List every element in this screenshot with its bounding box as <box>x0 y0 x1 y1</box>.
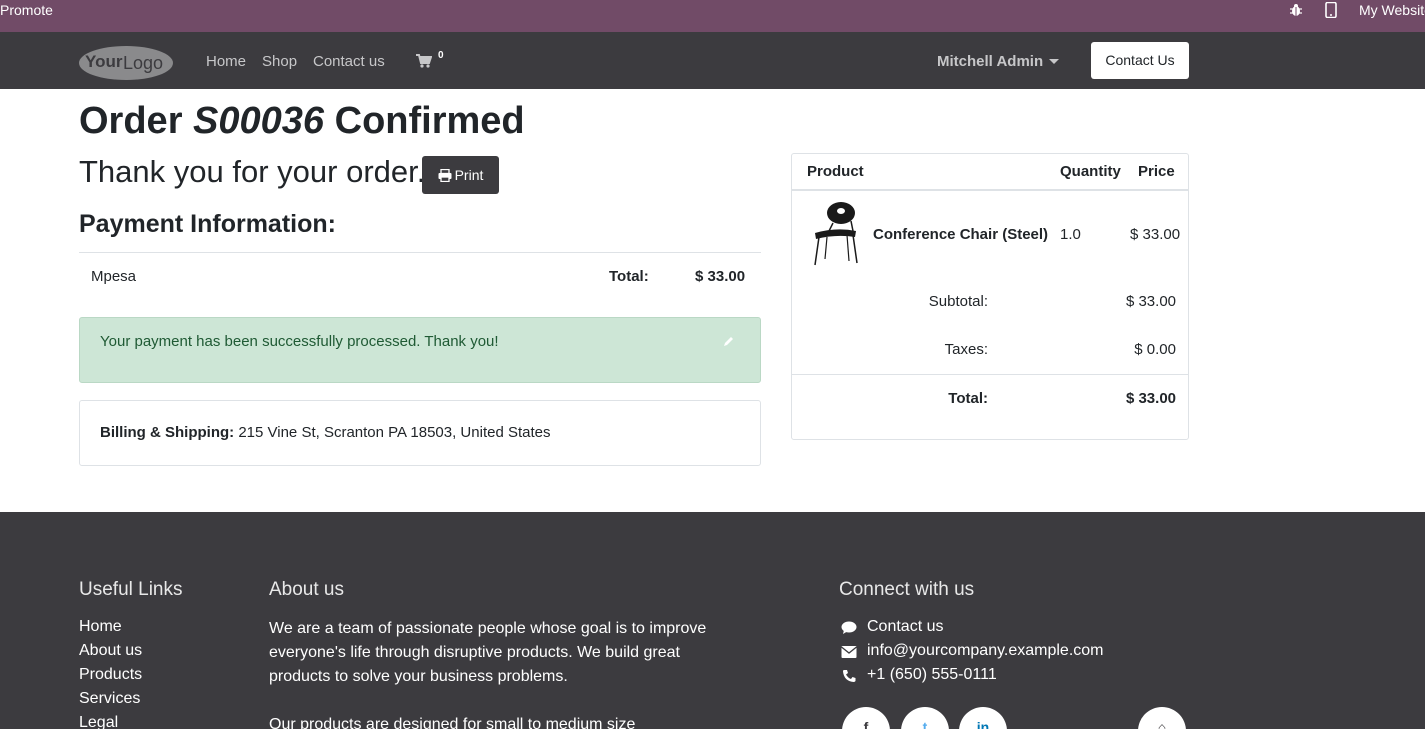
home-social-button[interactable]: ⌂ <box>1138 707 1186 729</box>
printer-icon <box>438 168 452 183</box>
title-prefix: Order <box>79 100 194 142</box>
payment-total-value: $ 33.00 <box>695 268 746 285</box>
title-suffix: Confirmed <box>324 100 525 142</box>
mobile-icon[interactable] <box>1325 2 1337 18</box>
divider <box>792 189 1188 191</box>
payment-total-label: Total: <box>609 268 649 285</box>
payment-method: Mpesa <box>91 268 137 285</box>
facebook-button[interactable]: f <box>842 707 890 729</box>
twitter-icon: t <box>922 719 928 729</box>
linkedin-icon: in <box>976 719 990 729</box>
print-button[interactable]: Print <box>422 156 499 194</box>
subtotal-value: $ 33.00 <box>1125 293 1176 310</box>
footer-link-services[interactable]: Services <box>79 690 140 708</box>
facebook-icon: f <box>863 719 869 729</box>
total-label: Total: <box>948 390 988 407</box>
header-price: Price <box>1138 163 1175 180</box>
print-label: Print <box>454 167 484 183</box>
taxes-label: Taxes: <box>944 341 988 358</box>
footer-link-about-us[interactable]: About us <box>79 642 142 660</box>
footer: Useful Links Home About us Products Serv… <box>0 512 1425 729</box>
linkedin-button[interactable]: in <box>959 707 1007 729</box>
about-heading: About us <box>269 579 344 600</box>
payment-heading: Payment Information: <box>79 210 336 238</box>
footer-phone[interactable]: +1 (650) 555-0111 <box>867 666 997 684</box>
footer-email[interactable]: info@yourcompany.example.com <box>867 642 1104 660</box>
billing-address: 215 Vine St, Scranton PA 18503, United S… <box>238 424 551 441</box>
promote-menu[interactable]: Promote <box>0 2 53 18</box>
main-navbar: Your Logo Home Shop Contact us 0 Mitchel… <box>0 32 1425 89</box>
footer-link-legal[interactable]: Legal <box>79 714 118 729</box>
billing-label: Billing & Shipping: <box>100 424 235 441</box>
payment-success-alert: Your payment has been successfully proce… <box>79 317 761 383</box>
nav-home[interactable]: Home <box>206 53 246 70</box>
footer-link-products[interactable]: Products <box>79 666 142 684</box>
header-product: Product <box>807 163 864 180</box>
order-summary-card: Product Quantity Price Conference Chair … <box>791 153 1189 440</box>
company-logo[interactable]: Your Logo <box>79 44 174 81</box>
footer-contact-us-link[interactable]: Contact us <box>867 618 943 636</box>
about-text: We are a team of passionate people whose… <box>269 620 707 685</box>
envelope-icon <box>841 646 857 658</box>
cart-icon[interactable] <box>416 54 432 68</box>
comment-icon <box>841 621 857 634</box>
contact-us-button[interactable]: Contact Us <box>1091 42 1189 79</box>
product-image[interactable] <box>811 201 861 266</box>
admin-bar: Promote My Website <box>0 0 1425 32</box>
chevron-down-icon[interactable] <box>1049 59 1059 64</box>
cart-count-badge: 0 <box>438 50 444 61</box>
subtotal-label: Subtotal: <box>928 293 988 310</box>
my-website-menu[interactable]: My Website <box>1359 2 1425 18</box>
taxes-value: $ 0.00 <box>1134 341 1176 358</box>
header-quantity: Quantity <box>1060 163 1121 180</box>
svg-text:Logo: Logo <box>123 53 163 73</box>
billing-shipping-box: Billing & Shipping: 215 Vine St, Scranto… <box>79 400 761 466</box>
order-reference: S00036 <box>193 100 325 142</box>
alert-text: Your payment has been successfully proce… <box>100 333 499 350</box>
total-value: $ 33.00 <box>1125 390 1176 407</box>
home-icon: ⌂ <box>1157 719 1167 729</box>
pencil-icon[interactable] <box>723 335 735 347</box>
footer-link-home[interactable]: Home <box>79 618 122 636</box>
phone-icon <box>843 670 856 682</box>
user-menu[interactable]: Mitchell Admin <box>937 53 1043 70</box>
nav-contact-us[interactable]: Contact us <box>313 53 385 70</box>
billing-shipping-text: Billing & Shipping: 215 Vine St, Scranto… <box>100 424 551 441</box>
divider <box>792 374 1188 375</box>
product-quantity: 1.0 <box>1060 226 1081 243</box>
divider <box>79 252 761 253</box>
twitter-button[interactable]: t <box>901 707 949 729</box>
product-name[interactable]: Conference Chair (Steel) <box>873 226 1048 243</box>
page-title: Order S00036 Confirmed <box>79 100 525 143</box>
bug-icon[interactable] <box>1289 3 1303 17</box>
nav-shop[interactable]: Shop <box>262 53 297 70</box>
svg-text:Your: Your <box>85 52 123 71</box>
product-price: $ 33.00 <box>1130 226 1181 243</box>
thank-you-message: Thank you for your order. <box>79 154 426 189</box>
about-text-continued: Our products are designed for small to m… <box>269 716 636 729</box>
useful-links-heading: Useful Links <box>79 579 183 600</box>
connect-heading: Connect with us <box>839 579 975 600</box>
